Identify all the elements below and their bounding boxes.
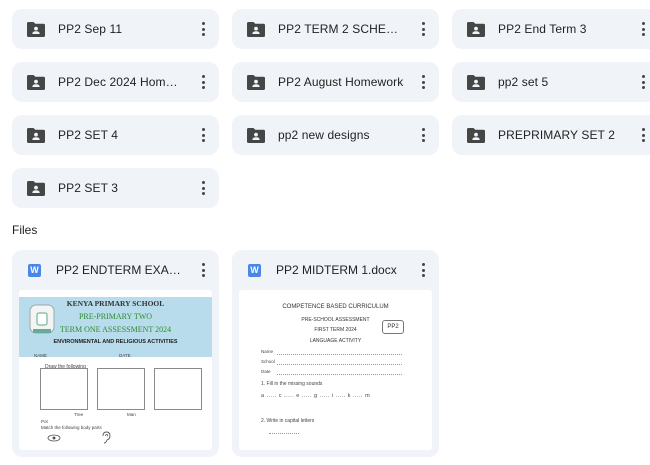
more-options-icon[interactable] (416, 72, 430, 92)
shared-folder-icon (27, 180, 45, 196)
answer-line (269, 433, 299, 434)
folder-name: pp2 new designs (278, 128, 370, 142)
folder-name: PP2 TERM 2 SCHEMES... (278, 22, 404, 36)
more-options-icon[interactable] (416, 260, 430, 280)
drawing-box (40, 368, 88, 410)
file-card-header: W PP2 MIDTERM 1.docx (232, 250, 439, 290)
thumb-school-label: School (261, 359, 275, 364)
drawing-box (97, 368, 145, 410)
folder-card[interactable]: PP2 End Term 3 (452, 9, 650, 49)
thumb-tree-label: Tree (74, 412, 84, 417)
more-options-icon[interactable] (196, 178, 210, 198)
more-options-icon[interactable] (196, 125, 210, 145)
folder-name: PP2 SET 4 (58, 128, 119, 142)
folder-card[interactable]: pp2 set 5 (452, 62, 650, 102)
folder-name: PP2 August Homework (278, 75, 404, 89)
more-options-icon[interactable] (416, 19, 430, 39)
folder-card[interactable]: pp2 new designs (232, 115, 439, 155)
folder-card[interactable]: PP2 SET 3 (12, 168, 219, 208)
drawing-box (154, 368, 202, 410)
thumb-question-2: Match the following body parts (41, 425, 102, 430)
shared-folder-icon (27, 74, 45, 90)
folder-card[interactable]: PP2 Dec 2024 Homew... (12, 62, 219, 102)
folder-card[interactable]: PP2 TERM 2 SCHEMES... (232, 9, 439, 49)
folder-card[interactable]: PP2 Sep 11 (12, 9, 219, 49)
folder-name: PP2 End Term 3 (498, 22, 587, 36)
file-card-header: W PP2 ENDTERM EXAMS... (12, 250, 219, 290)
shared-folder-icon (27, 21, 45, 37)
word-doc-icon: W (28, 263, 41, 277)
grade-badge: PP2 (382, 320, 404, 334)
shared-folder-icon (467, 74, 485, 90)
more-options-icon[interactable] (636, 125, 650, 145)
shared-folder-icon (27, 127, 45, 143)
thumb-assessment: TERM ONE ASSESSMENT 2024 (59, 325, 172, 334)
shared-folder-icon (247, 21, 265, 37)
thumb-grade: PRE-PRIMARY TWO (78, 312, 153, 321)
thumb-subtitle-3: LANGUAGE ACTIVITY (309, 338, 362, 344)
folder-name: PP2 SET 3 (58, 181, 119, 195)
thumb-activity: ENVIRONMENTAL AND RELIGIOUS ACTIVITIES (53, 339, 178, 345)
file-card[interactable]: W PP2 MIDTERM 1.docx COMPETENCE BASED CU… (232, 250, 439, 457)
answer-line (277, 354, 402, 355)
file-card[interactable]: W PP2 ENDTERM EXAMS... KENYA PRIMARY SCH… (12, 250, 219, 457)
file-thumbnail[interactable]: COMPETENCE BASED CURRICULUM PRE-SCHOOL A… (239, 290, 432, 450)
file-name: PP2 ENDTERM EXAMS... (56, 263, 182, 277)
folder-name: PREPRIMARY SET 2 (498, 128, 615, 142)
more-options-icon[interactable] (416, 125, 430, 145)
thumb-date-label: DATE (119, 353, 131, 358)
shared-folder-icon (247, 127, 265, 143)
shared-folder-icon (467, 21, 485, 37)
folder-name: pp2 set 5 (498, 75, 549, 89)
thumb-date-label: Date (261, 369, 271, 374)
thumb-name-label: NAME (34, 353, 48, 358)
folder-name: PP2 Sep 11 (58, 22, 123, 36)
thumb-man-label: Man (127, 412, 136, 417)
thumb-question-1: 1. Fill in the missing sounds (261, 381, 323, 387)
more-options-icon[interactable] (196, 72, 210, 92)
thumb-pot-label: Pot (41, 419, 48, 424)
folder-name: PP2 Dec 2024 Homew... (58, 75, 184, 89)
files-section-heading: Files (12, 223, 38, 237)
shared-folder-icon (247, 74, 265, 90)
folder-card[interactable]: PP2 August Homework (232, 62, 439, 102)
more-options-icon[interactable] (636, 19, 650, 39)
thumb-title: COMPETENCE BASED CURRICULUM (282, 304, 389, 310)
folder-card[interactable]: PP2 SET 4 (12, 115, 219, 155)
thumb-letters: a ..... c ..... e ..... g ..... i ..... … (261, 393, 371, 399)
more-options-icon[interactable] (636, 72, 650, 92)
thumb-school: KENYA PRIMARY SCHOOL (66, 299, 165, 308)
file-thumbnail[interactable]: KENYA PRIMARY SCHOOL PRE-PRIMARY TWO TER… (19, 290, 212, 450)
eye-icon (47, 434, 61, 442)
word-doc-icon: W (248, 263, 261, 277)
answer-line (277, 374, 402, 375)
folder-card[interactable]: PREPRIMARY SET 2 (452, 115, 650, 155)
more-options-icon[interactable] (196, 19, 210, 39)
shared-folder-icon (467, 127, 485, 143)
thumb-name-label: Name (261, 349, 274, 354)
ear-icon (102, 431, 111, 444)
answer-line (277, 364, 402, 365)
thumb-question-2: 2. Write in capital letters (261, 418, 315, 424)
more-options-icon[interactable] (196, 260, 210, 280)
file-name: PP2 MIDTERM 1.docx (276, 263, 397, 277)
